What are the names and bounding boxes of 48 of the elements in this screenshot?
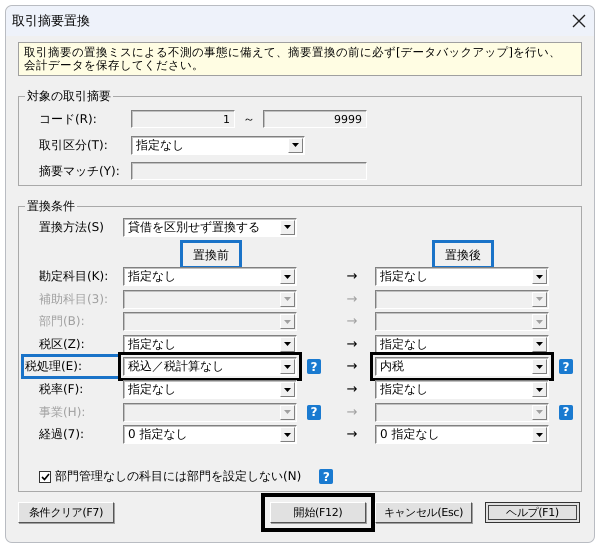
help-button[interactable]: ?	[319, 469, 334, 484]
field-label: コード(R):	[39, 110, 98, 128]
field-label: 経過(7):	[39, 426, 86, 444]
field-label: 取引区分(T):	[39, 136, 109, 154]
action-button[interactable]: 条件クリア(F7)	[18, 502, 114, 522]
arrow-text: →	[346, 314, 358, 330]
group-title: 置換条件	[26, 198, 76, 215]
dropdown[interactable]: 指定なし	[131, 136, 305, 154]
window-title: 取引摘要置換	[12, 13, 90, 30]
arrow-text: →	[346, 382, 358, 398]
arrow-text: →	[346, 427, 358, 442]
input-field[interactable]	[131, 162, 367, 180]
range-separator: ～	[242, 110, 256, 128]
help-button[interactable]: ?	[307, 359, 321, 374]
field-label: 置換方法(S)	[39, 218, 105, 236]
checkbox[interactable]	[39, 470, 51, 482]
input-field[interactable]: 1	[131, 110, 235, 128]
help-button[interactable]: ?	[559, 359, 573, 374]
action-button[interactable]: キャンセル(Esc)	[375, 502, 472, 522]
group-title: 対象の取引摘要	[26, 88, 112, 105]
dropdown[interactable]: 貸借を区別せず置換する	[123, 218, 297, 236]
action-button[interactable]: ヘルプ(F1)	[485, 502, 580, 522]
field-label: 税率(F):	[39, 381, 84, 398]
arrow-text: →	[346, 404, 358, 420]
dropdown[interactable]: 指定なし	[375, 334, 549, 354]
arrow-text: →	[346, 359, 358, 374]
field-label: 部門(B):	[39, 313, 86, 330]
field-label: 摘要マッチ(Y):	[39, 162, 121, 180]
field-label: 事業(H):	[39, 404, 86, 421]
arrow-text: →	[346, 292, 358, 307]
dropdown[interactable]: 指定なし	[123, 334, 297, 354]
dropdown[interactable]: 指定なし	[375, 380, 549, 400]
notice-line: 会計データを保存してください。	[24, 59, 205, 72]
dropdown[interactable]: 指定なし	[375, 267, 549, 286]
dropdown[interactable]: 指定なし	[123, 267, 297, 286]
input-field[interactable]: 9999	[263, 110, 367, 128]
field-label: 勘定科目(K):	[39, 268, 110, 286]
action-button[interactable]: 開始(F12)	[270, 502, 366, 522]
close-icon[interactable]	[572, 14, 586, 28]
field-label: 税区(Z):	[39, 336, 86, 353]
dropdown[interactable]: 0 指定なし	[123, 425, 297, 444]
dropdown[interactable]: 指定なし	[123, 380, 297, 400]
arrow-text: →	[346, 336, 358, 352]
notice-line: 取引摘要の置換ミスによる不測の事態に備えて、摘要置換の前に必ず[データバックアップ]を行い、	[24, 46, 562, 59]
dropdown[interactable]: 0 指定なし	[375, 425, 549, 444]
checkbox-label[interactable]: 部門管理なしの科目には部門を設定しない(N)	[55, 468, 302, 485]
arrow-text: →	[346, 269, 358, 284]
field-label: 補助科目(3):	[39, 290, 110, 308]
